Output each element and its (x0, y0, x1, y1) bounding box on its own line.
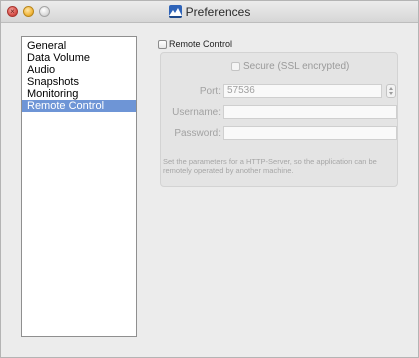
preferences-sidebar: General Data Volume Audio Snapshots Moni… (21, 36, 137, 337)
port-label: Port: (199, 86, 221, 97)
sidebar-item-data-volume[interactable]: Data Volume (22, 52, 136, 64)
port-stepper[interactable] (386, 84, 396, 98)
remote-control-checkbox[interactable] (158, 39, 167, 49)
remote-control-toggle[interactable]: Remote Control (158, 37, 408, 51)
sidebar-item-monitoring[interactable]: Monitoring (22, 88, 136, 100)
sidebar-item-audio[interactable]: Audio (22, 64, 136, 76)
username-label: Username: (172, 107, 221, 118)
help-text: Set the parameters for a HTTP-Server, so… (163, 157, 377, 175)
title-area: Preferences (1, 1, 418, 22)
stepper-down-icon[interactable] (389, 92, 393, 95)
preferences-window: × Preferences General Data Volume Audio … (0, 0, 419, 358)
sidebar-item-general[interactable]: General (22, 40, 136, 52)
window-title: Preferences (185, 4, 251, 19)
title-bar[interactable]: × Preferences (1, 1, 418, 23)
password-field[interactable] (223, 126, 397, 140)
stepper-up-icon[interactable] (389, 87, 393, 90)
password-label: Password: (174, 128, 221, 139)
remote-control-label: Remote Control (169, 39, 233, 49)
secure-ssl-toggle[interactable]: Secure (SSL encrypted) (231, 61, 349, 72)
remote-control-panel: Remote Control Secure (SSL encrypted) Po… (158, 37, 408, 187)
secure-ssl-checkbox[interactable] (231, 62, 240, 71)
username-field[interactable] (223, 105, 397, 119)
secure-ssl-label: Secure (SSL encrypted) (243, 61, 350, 72)
sidebar-item-snapshots[interactable]: Snapshots (22, 76, 136, 88)
mountain-app-icon (168, 5, 182, 18)
sidebar-item-remote-control[interactable]: Remote Control (22, 100, 136, 112)
port-field[interactable]: 57536 (223, 84, 382, 98)
remote-control-settings-group: Secure (SSL encrypted) Port: 57536 Usern… (160, 52, 398, 187)
